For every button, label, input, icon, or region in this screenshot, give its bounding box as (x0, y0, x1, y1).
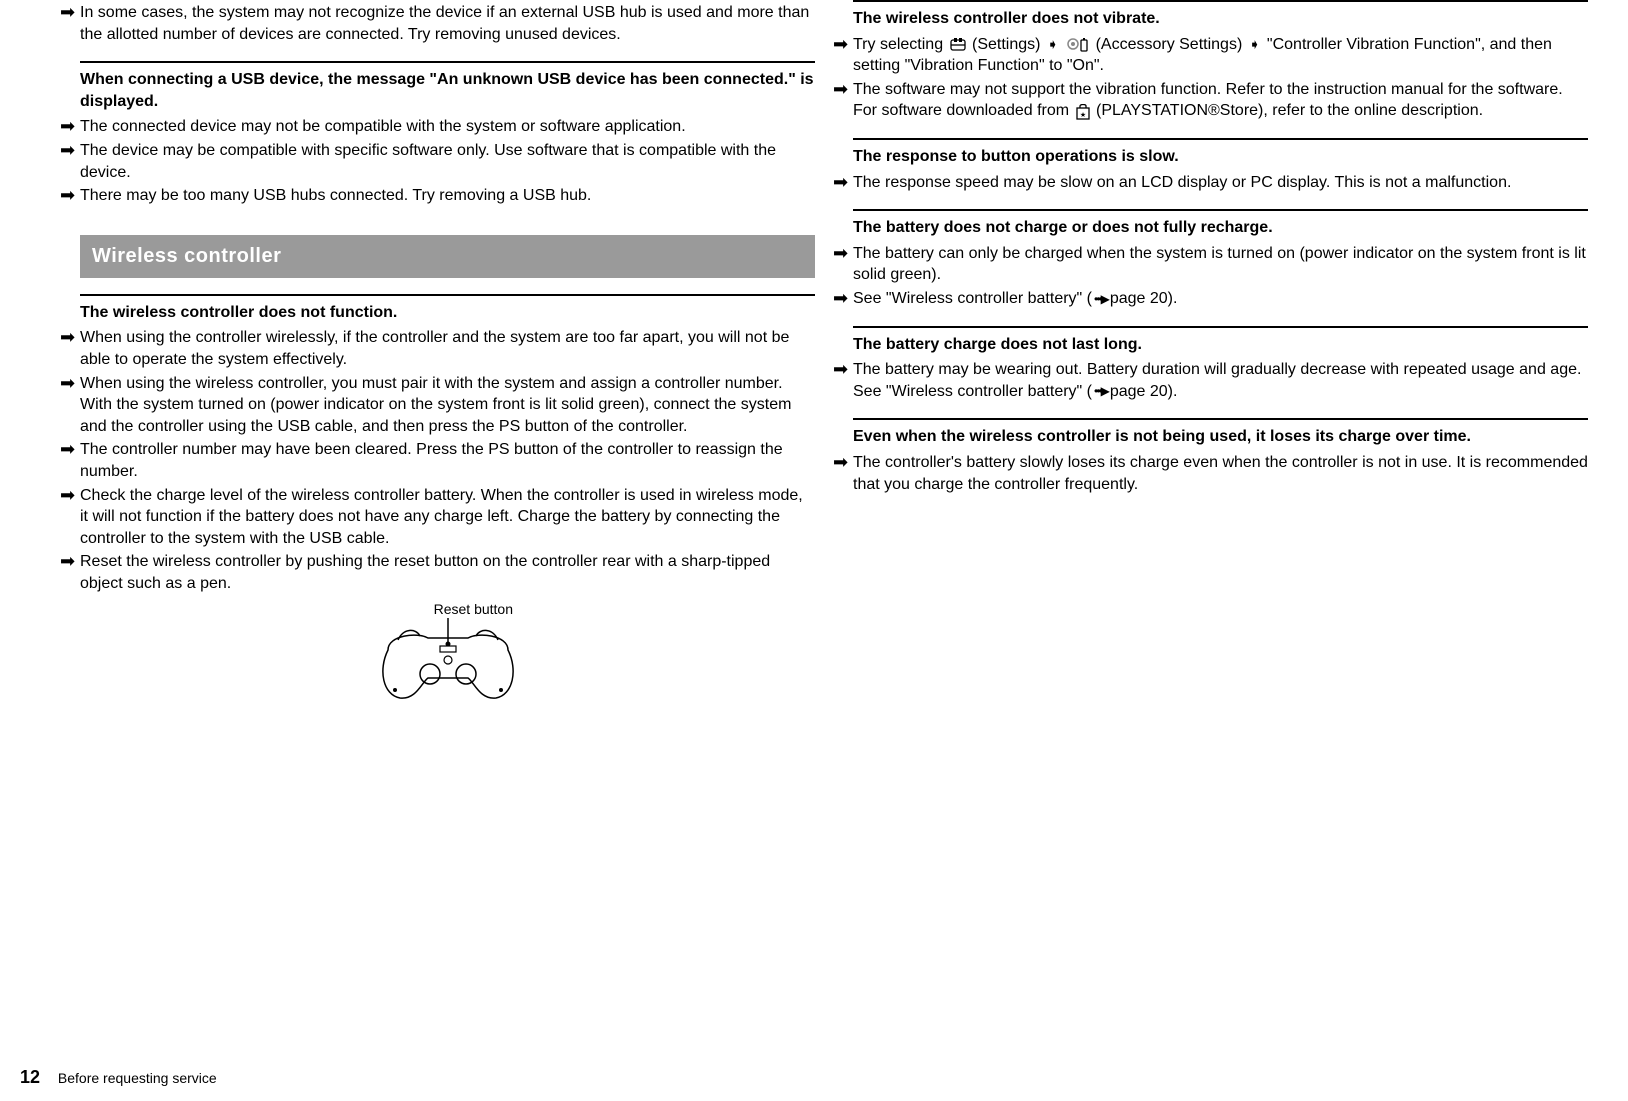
bullet-text: The controller number may have been clea… (80, 439, 815, 482)
issue-heading: The response to button operations is slo… (853, 138, 1588, 168)
bullet-text: The connected device may not be compatib… (80, 116, 815, 138)
store-bag-icon: ★ (1076, 102, 1090, 121)
text-fragment: The battery may be wearing out. Battery … (853, 361, 1581, 400)
page-footer: 12 Before requesting service (20, 1065, 217, 1089)
arrow-right-icon: ➡ (60, 2, 78, 24)
issue-heading: The battery charge does not last long. (853, 326, 1588, 356)
bullet-item: ➡ The software may not support the vibra… (853, 79, 1588, 122)
text-fragment: (PLAYSTATION®Store), refer to the online… (1096, 102, 1483, 119)
text-fragment: (Accessory Settings) (1096, 36, 1247, 53)
text-fragment: Try selecting (853, 36, 948, 53)
arrow-then-icon: ➧ (1047, 35, 1059, 54)
bullet-item: ➡ Check the charge level of the wireless… (80, 485, 815, 550)
bullet-text: When using the wireless controller, you … (80, 373, 815, 438)
arrow-right-icon: ➡ (833, 172, 851, 194)
bullet-item: ➡ When using the controller wirelessly, … (80, 327, 815, 370)
bullet-text: The battery may be wearing out. Battery … (853, 359, 1588, 402)
text-fragment: See "Wireless controller battery" ( (853, 290, 1092, 307)
bullet-text: See "Wireless controller battery" (•••▶p… (853, 288, 1588, 310)
arrow-right-icon: ➡ (60, 551, 78, 573)
arrow-right-icon: ➡ (60, 327, 78, 349)
bullet-item: ➡ The response speed may be slow on an L… (853, 172, 1588, 194)
bullet-item: ➡ When using the wireless controller, yo… (80, 373, 815, 438)
arrow-right-icon: ➡ (60, 116, 78, 138)
bullet-item: ➡ See "Wireless controller battery" (•••… (853, 288, 1588, 310)
arrow-then-icon: ➧ (1249, 35, 1261, 54)
bullet-item: ➡ The battery can only be charged when t… (853, 243, 1588, 286)
svg-text:★: ★ (1079, 111, 1085, 119)
text-fragment: (Settings) (972, 36, 1045, 53)
arrow-right-icon: ➡ (833, 452, 851, 474)
arrow-right-icon: ➡ (60, 373, 78, 395)
settings-icon (950, 35, 966, 54)
bullet-item: ➡ The connected device may not be compat… (80, 116, 815, 138)
issue-heading: The wireless controller does not vibrate… (853, 0, 1588, 30)
bullet-text: Reset the wireless controller by pushing… (80, 551, 815, 594)
bullet-text: Try selecting (Settings) ➧ (Accessory Se… (853, 34, 1588, 77)
bullet-item: ➡ Try selecting (Settings) ➧ (Accessory … (853, 34, 1588, 77)
arrow-right-icon: ➡ (833, 359, 851, 381)
controller-figure: Reset button (80, 600, 815, 710)
footer-text: Before requesting service (58, 1070, 217, 1086)
arrow-right-icon: ➡ (833, 34, 851, 56)
bullet-text: When using the controller wirelessly, if… (80, 327, 815, 370)
page: ➡ In some cases, the system may not reco… (0, 0, 1628, 1101)
bullet-item: ➡ The battery may be wearing out. Batter… (853, 359, 1588, 402)
two-column-layout: ➡ In some cases, the system may not reco… (20, 0, 1588, 710)
bullet-text: In some cases, the system may not recogn… (80, 2, 815, 45)
page-number: 12 (20, 1067, 40, 1087)
figure-label: Reset button (433, 601, 512, 617)
text-fragment: page 20). (1110, 383, 1178, 400)
bullet-item: ➡ The controller's battery slowly loses … (853, 452, 1588, 495)
bullet-text: The response speed may be slow on an LCD… (853, 172, 1588, 194)
issue-heading: The battery does not charge or does not … (853, 209, 1588, 239)
controller-illustration: Reset button (348, 600, 548, 710)
bullet-text: The controller's battery slowly loses it… (853, 452, 1588, 495)
arrow-right-icon: ➡ (60, 140, 78, 162)
arrow-right-icon: ➡ (833, 288, 851, 310)
text-fragment: page 20). (1110, 290, 1178, 307)
issue-heading: The wireless controller does not functio… (80, 294, 815, 324)
bullet-text: The device may be compatible with specif… (80, 140, 815, 183)
bullet-text: There may be too many USB hubs connected… (80, 185, 815, 207)
bullet-item: ➡ The device may be compatible with spec… (80, 140, 815, 183)
section-heading-bar: Wireless controller (80, 235, 815, 278)
bullet-item: ➡ In some cases, the system may not reco… (80, 2, 815, 45)
arrow-right-icon: ➡ (833, 243, 851, 265)
bullet-text: Check the charge level of the wireless c… (80, 485, 815, 550)
accessory-settings-icon (1067, 35, 1089, 54)
arrow-right-icon: ➡ (60, 485, 78, 507)
bullet-item: ➡ The controller number may have been cl… (80, 439, 815, 482)
bullet-item: ➡ Reset the wireless controller by pushi… (80, 551, 815, 594)
bullet-item: ➡ There may be too many USB hubs connect… (80, 185, 815, 207)
right-column: The wireless controller does not vibrate… (853, 0, 1588, 710)
arrow-right-icon: ➡ (833, 79, 851, 101)
issue-heading: Even when the wireless controller is not… (853, 418, 1588, 448)
page-ref-icon: •••▶ (1094, 291, 1108, 307)
arrow-right-icon: ➡ (60, 185, 78, 207)
bullet-text: The battery can only be charged when the… (853, 243, 1588, 286)
issue-heading: When connecting a USB device, the messag… (80, 61, 815, 112)
page-ref-icon: •••▶ (1094, 383, 1108, 399)
arrow-right-icon: ➡ (60, 439, 78, 461)
left-column: ➡ In some cases, the system may not reco… (20, 0, 815, 710)
bullet-text: The software may not support the vibrati… (853, 79, 1588, 122)
